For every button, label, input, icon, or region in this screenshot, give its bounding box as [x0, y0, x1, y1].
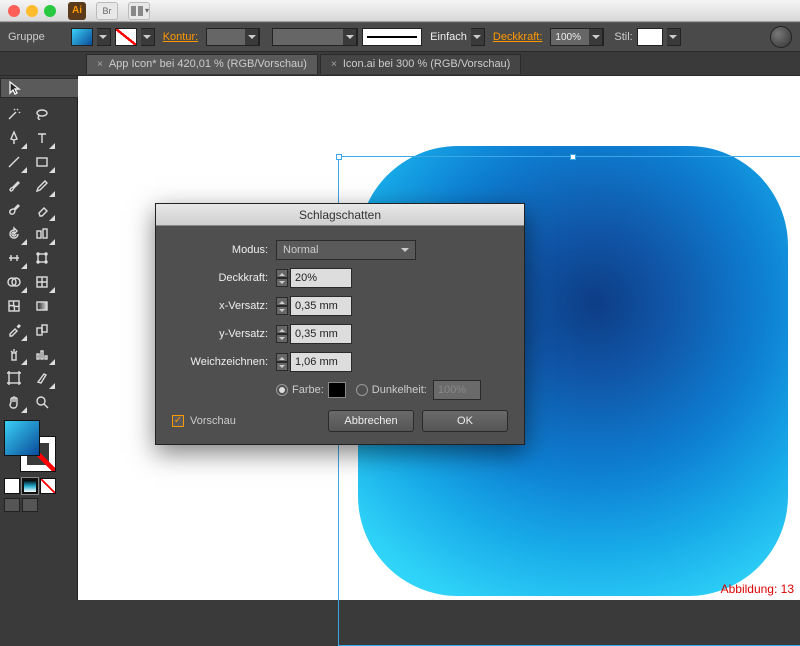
- close-window-button[interactable]: [8, 5, 20, 17]
- ok-button[interactable]: OK: [422, 410, 508, 432]
- blur-spinner[interactable]: [276, 353, 288, 371]
- line-segment-tool[interactable]: [0, 150, 28, 174]
- color-mode-buttons: [4, 478, 73, 494]
- zoom-window-button[interactable]: [44, 5, 56, 17]
- column-graph-tool[interactable]: [28, 342, 56, 366]
- brush-dropdown[interactable]: [471, 28, 485, 46]
- arrange-documents-icon[interactable]: ▾: [128, 2, 150, 20]
- darkness-radio[interactable]: [356, 384, 368, 396]
- selection-type-label: Gruppe: [8, 31, 45, 43]
- drop-shadow-dialog: Schlagschatten Modus: Normal Deckkraft: …: [155, 203, 525, 445]
- live-paint-bucket-tool[interactable]: [28, 270, 56, 294]
- artboard-tool[interactable]: [0, 366, 28, 390]
- document-tab-active[interactable]: × App Icon* bei 420,01 % (RGB/Vorschau): [86, 54, 318, 74]
- gradient-mode-button[interactable]: [22, 478, 38, 494]
- brush-name: Einfach: [430, 31, 467, 43]
- preview-checkbox[interactable]: [172, 415, 184, 427]
- rotate-tool[interactable]: [0, 222, 28, 246]
- pencil-tool[interactable]: [28, 174, 56, 198]
- graphic-style-swatch[interactable]: [637, 28, 663, 46]
- color-mode-button[interactable]: [4, 478, 20, 494]
- magic-wand-tool[interactable]: [0, 102, 28, 126]
- pen-tool[interactable]: [0, 126, 28, 150]
- darkness-input: 100%: [433, 380, 481, 400]
- lasso-tool[interactable]: [28, 102, 56, 126]
- opacity-spinner[interactable]: [276, 269, 288, 287]
- x-offset-input[interactable]: 0,35 mm: [290, 296, 352, 316]
- paintbrush-tool[interactable]: [0, 174, 28, 198]
- reflect-tool[interactable]: [28, 222, 56, 246]
- color-radio[interactable]: [276, 384, 288, 396]
- x-offset-spinner[interactable]: [276, 297, 288, 315]
- slice-tool[interactable]: [28, 366, 56, 390]
- opacity-label[interactable]: Deckkraft:: [493, 31, 543, 43]
- mesh-tool[interactable]: [0, 294, 28, 318]
- fill-dropdown[interactable]: [97, 28, 111, 46]
- cancel-button[interactable]: Abbrechen: [328, 410, 414, 432]
- hand-tool[interactable]: [0, 390, 28, 414]
- blur-input[interactable]: 1,06 mm: [290, 352, 352, 372]
- none-mode-button[interactable]: [40, 478, 56, 494]
- symbol-sprayer-tool[interactable]: [0, 342, 28, 366]
- mode-select[interactable]: Normal: [276, 240, 416, 260]
- bridge-icon[interactable]: Br: [96, 2, 118, 20]
- type-tool[interactable]: [28, 126, 56, 150]
- color-label: Farbe:: [292, 384, 324, 396]
- style-label: Stil:: [614, 31, 632, 43]
- color-chip[interactable]: [328, 382, 346, 398]
- y-offset-label: y-Versatz:: [172, 328, 276, 340]
- panel-options-icon[interactable]: [770, 26, 792, 48]
- fill-swatch[interactable]: [71, 28, 93, 46]
- eyedropper-tool[interactable]: [0, 318, 28, 342]
- darkness-label: Dunkelheit:: [372, 384, 427, 396]
- stroke-dropdown[interactable]: [141, 28, 155, 46]
- mode-label: Modus:: [172, 244, 276, 256]
- brush-definition[interactable]: [362, 28, 422, 46]
- width-tool[interactable]: [0, 246, 28, 270]
- document-tab-bar: × App Icon* bei 420,01 % (RGB/Vorschau) ×…: [0, 52, 800, 76]
- fill-stroke-swatches[interactable]: [4, 420, 56, 472]
- zoom-tool[interactable]: [28, 390, 56, 414]
- opacity-field[interactable]: 100%: [550, 28, 604, 46]
- figure-label: Abbildung: 13: [721, 582, 794, 596]
- close-tab-icon[interactable]: ×: [97, 59, 103, 70]
- opacity-input[interactable]: 20%: [290, 268, 352, 288]
- eraser-tool[interactable]: [28, 198, 56, 222]
- document-tab-label: App Icon* bei 420,01 % (RGB/Vorschau): [109, 58, 307, 70]
- dialog-title: Schlagschatten: [156, 204, 524, 226]
- opacity-label: Deckkraft:: [172, 272, 276, 284]
- full-screen-mode[interactable]: [22, 498, 38, 512]
- x-offset-label: x-Versatz:: [172, 300, 276, 312]
- tools-panel: [0, 76, 78, 600]
- document-tab[interactable]: × Icon.ai bei 300 % (RGB/Vorschau): [320, 54, 521, 74]
- y-offset-input[interactable]: 0,35 mm: [290, 324, 352, 344]
- blob-brush-tool[interactable]: [0, 198, 28, 222]
- screen-mode-buttons: [4, 498, 73, 512]
- document-tab-label: Icon.ai bei 300 % (RGB/Vorschau): [343, 58, 511, 70]
- rectangle-tool[interactable]: [28, 150, 56, 174]
- blend-tool[interactable]: [28, 318, 56, 342]
- shape-builder-tool[interactable]: [0, 270, 28, 294]
- free-transform-tool[interactable]: [28, 246, 56, 270]
- stroke-weight-field[interactable]: [206, 28, 260, 46]
- app-icon: Ai: [68, 2, 86, 20]
- window-titlebar: Ai Br ▾: [0, 0, 800, 22]
- minimize-window-button[interactable]: [26, 5, 38, 17]
- blur-label: Weichzeichnen:: [172, 356, 276, 368]
- normal-screen-mode[interactable]: [4, 498, 20, 512]
- gradient-tool[interactable]: [28, 294, 56, 318]
- close-tab-icon[interactable]: ×: [331, 59, 337, 70]
- y-offset-spinner[interactable]: [276, 325, 288, 343]
- style-dropdown[interactable]: [667, 28, 681, 46]
- preview-label: Vorschau: [190, 415, 236, 427]
- kontur-label[interactable]: Kontur:: [163, 31, 198, 43]
- stroke-swatch[interactable]: [115, 28, 137, 46]
- options-bar: Gruppe Kontur: Einfach Deckkraft: 100% S…: [0, 22, 800, 52]
- stroke-width-profile[interactable]: [272, 28, 358, 46]
